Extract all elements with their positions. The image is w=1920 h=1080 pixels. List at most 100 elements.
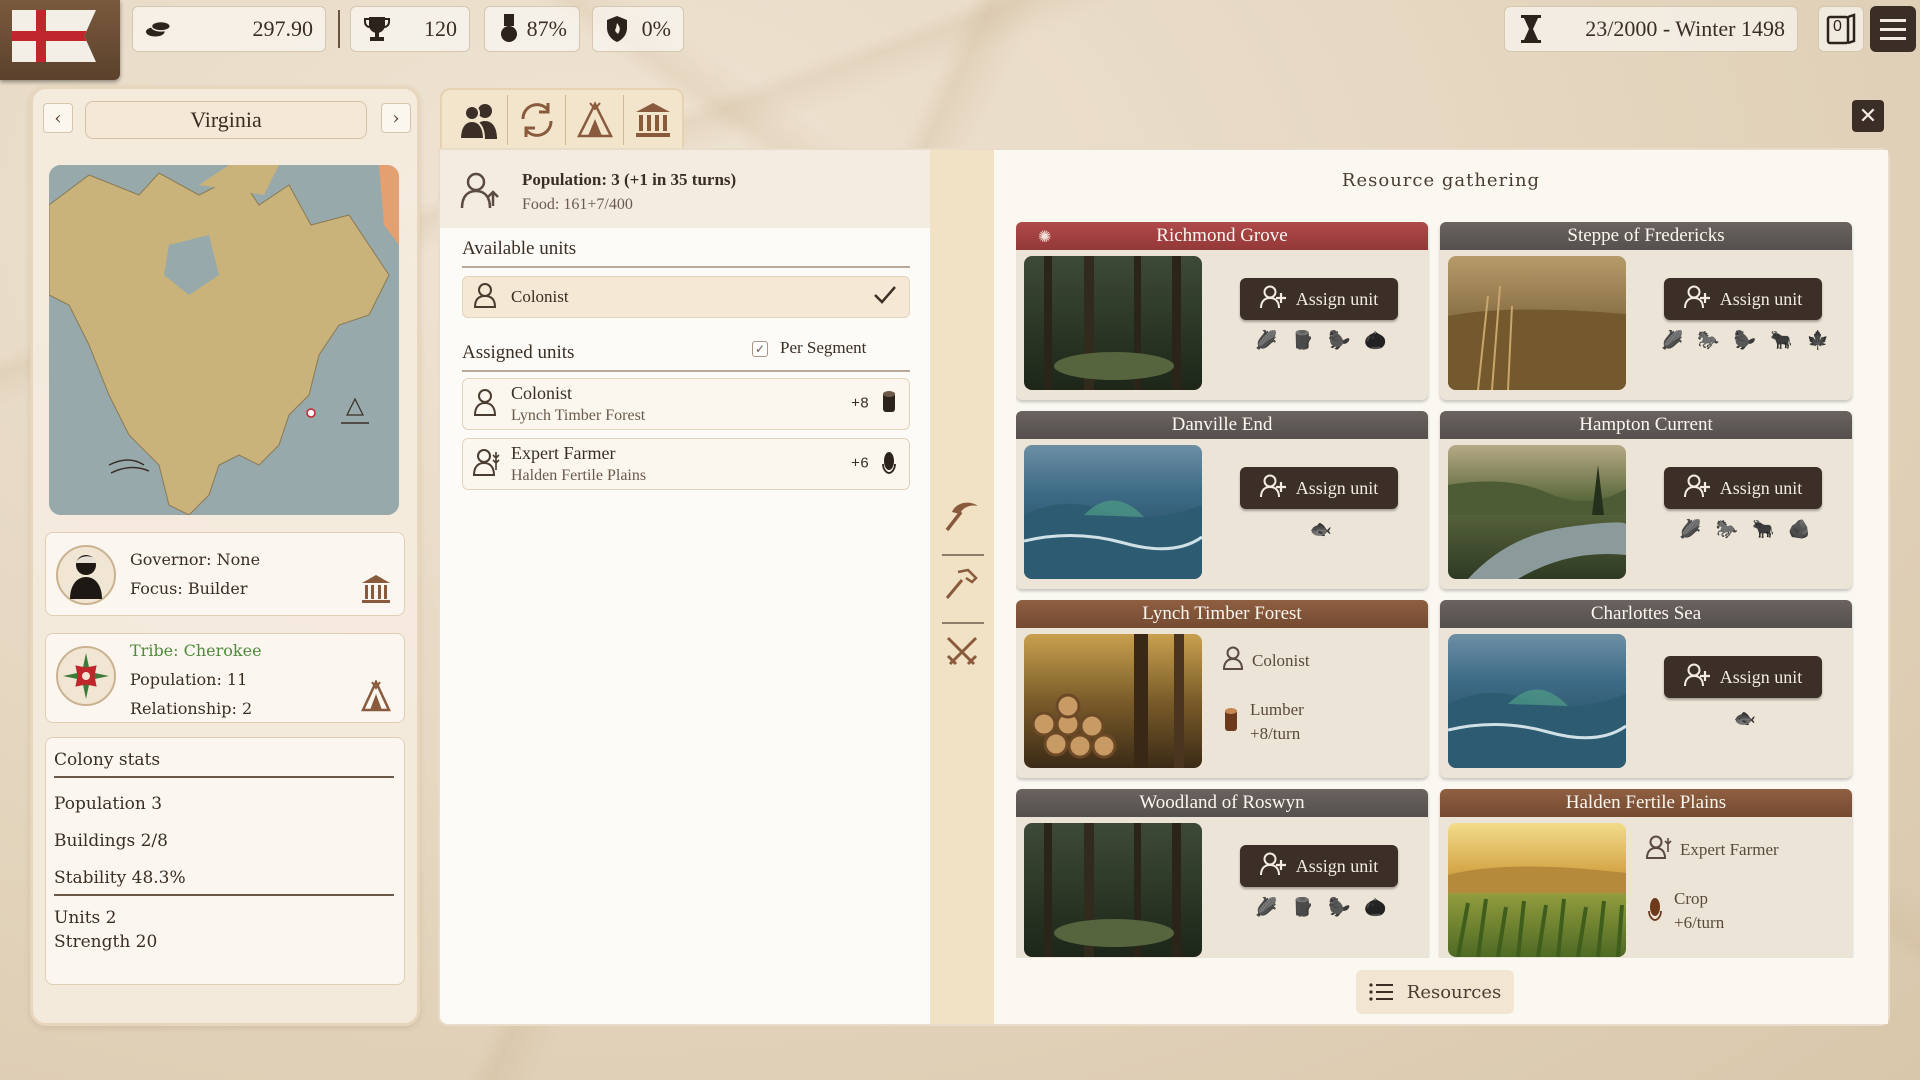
resource-tile[interactable]: Woodland of Roswyn Assign unit 🌽 🪵 🦫 🌰 <box>1016 789 1428 958</box>
tribe-population: Population: 11 <box>130 670 248 689</box>
tile-resource-name: Lumber <box>1250 700 1304 719</box>
resource-type-icon: 🪵 <box>1291 897 1314 918</box>
resources-button[interactable]: Resources <box>1356 970 1514 1014</box>
colony-name[interactable]: Virginia <box>85 101 367 139</box>
assign-unit-button[interactable]: Assign unit <box>1240 278 1398 320</box>
assigned-unit-location: Lynch Timber Forest <box>511 407 646 424</box>
military-tool-button[interactable] <box>944 634 980 670</box>
resources-button-label: Resources <box>1406 981 1502 1003</box>
health-value: 87% <box>526 16 567 41</box>
tile-image <box>1448 634 1626 768</box>
resource-tile[interactable]: Lynch Timber Forest Colonist Lumber +8/turn <box>1016 600 1428 778</box>
focus-label: Focus: Builder <box>130 579 248 598</box>
tile-name: Charlottes Sea <box>1440 600 1852 628</box>
top-bar: 297.90 120 87% 0% 23/2000 - Winter 1498 … <box>0 0 1920 80</box>
turn-date: 23/2000 - Winter 1498 <box>1585 16 1785 41</box>
assigned-unit-name: Colonist <box>511 383 573 403</box>
add-person-icon <box>1259 285 1296 314</box>
tile-unit-name: Expert Farmer <box>1680 839 1779 859</box>
assigned-unit-row[interactable]: Colonist Lynch Timber Forest +8 <box>462 378 910 430</box>
build-tool-button[interactable] <box>944 566 980 602</box>
resource-type-icon: 🌰 <box>1364 330 1387 351</box>
assign-unit-button[interactable]: Assign unit <box>1664 656 1822 698</box>
turn-stat[interactable]: 23/2000 - Winter 1498 <box>1504 6 1798 52</box>
population-header: Population: 3 (+1 in 35 turns) Food: 161… <box>440 150 930 228</box>
chevron-right-icon: › <box>392 107 400 129</box>
tile-resource-icons: 🌽 🐎 🦫 🐂 🍁 <box>1640 330 1850 356</box>
assign-unit-button[interactable]: Assign unit <box>1240 845 1398 887</box>
resource-type-icon: 🐂 <box>1770 330 1793 351</box>
tile-name: Hampton Current <box>1440 411 1852 439</box>
assign-unit-button[interactable]: Assign unit <box>1664 278 1822 320</box>
gather-tool-button[interactable] <box>944 498 980 534</box>
gold-value: 297.90 <box>252 16 314 41</box>
tribe-name: Tribe: Cherokee <box>130 641 262 660</box>
tab-trade[interactable] <box>508 95 566 145</box>
tile-name: Halden Fertile Plains <box>1440 789 1852 817</box>
per-segment-checkbox[interactable]: ✓ <box>752 341 768 357</box>
gold-stat[interactable]: 297.90 <box>132 6 326 52</box>
tab-population[interactable] <box>450 95 508 145</box>
people-icon <box>458 104 497 139</box>
governor-portrait <box>56 545 116 605</box>
resource-tile[interactable]: Steppe of Fredericks Assign unit 🌽 🐎 🦫 🐂 🍁 <box>1440 222 1852 400</box>
assigned-unit-row[interactable]: Expert Farmer Halden Fertile Plains +6 <box>462 438 910 490</box>
prev-colony-button[interactable]: ‹ <box>43 103 73 133</box>
resource-type-icon: 🦫 <box>1733 330 1757 351</box>
hourglass-icon <box>1517 15 1545 43</box>
governor-silhouette-icon <box>70 555 102 599</box>
resource-type-icon: 🐟 <box>1309 519 1333 540</box>
close-icon: ✕ <box>1858 103 1878 129</box>
event-log-button[interactable]: 0 <box>1818 6 1864 52</box>
health-stat[interactable]: 87% <box>484 6 580 52</box>
tile-name: Lynch Timber Forest <box>1016 600 1428 628</box>
crossed-swords-icon <box>946 636 978 666</box>
assigned-unit-yield: +6 <box>850 455 869 473</box>
resource-gathering-title: Resource gathering <box>1341 170 1541 191</box>
stat-population: Population 3 <box>54 794 163 814</box>
log-count: 0 <box>1833 18 1842 35</box>
add-person-icon <box>1683 474 1720 503</box>
tile-assigned-unit[interactable]: Expert Farmer <box>1645 835 1779 864</box>
food-summary: Food: 161+7/400 <box>522 196 633 213</box>
assign-unit-label: Assign unit <box>1295 855 1379 876</box>
tab-tribes[interactable] <box>566 95 624 145</box>
close-button[interactable]: ✕ <box>1852 100 1884 132</box>
prestige-stat[interactable]: 120 <box>350 6 470 52</box>
assign-unit-button[interactable]: Assign unit <box>1664 467 1822 509</box>
tab-buildings[interactable] <box>624 95 682 145</box>
resource-type-icon: 🌽 <box>1255 897 1278 918</box>
resource-tile[interactable]: Halden Fertile Plains Expert Farmer Crop +6… <box>1440 789 1852 958</box>
assign-unit-label: Assign unit <box>1295 477 1379 498</box>
compass-star-icon <box>63 653 109 699</box>
colony-minimap[interactable] <box>49 165 399 515</box>
coins-icon <box>145 15 173 43</box>
unrest-stat[interactable]: 0% <box>592 6 684 52</box>
tile-yield: Lumber +8/turn <box>1250 698 1304 746</box>
tribe-card[interactable]: Tribe: Cherokee Population: 11 Relations… <box>45 633 405 723</box>
expert-farmer-icon <box>472 448 501 480</box>
tool-strip <box>930 150 994 1024</box>
resource-tile[interactable]: Charlottes Sea Assign unit 🐟 <box>1440 600 1852 778</box>
resource-tile[interactable]: Richmond Grove ✺ Assign unit 🌽 🪵 🦫 🌰 <box>1016 222 1428 400</box>
resource-tile[interactable]: Hampton Current Assign unit 🌽 🐎 🐂 🪨 <box>1440 411 1852 589</box>
assign-unit-label: Assign unit <box>1719 288 1803 309</box>
refresh-icon <box>520 103 553 137</box>
native-territory-icon: ✺ <box>1038 227 1052 246</box>
assigned-unit-name: Expert Farmer <box>511 443 616 463</box>
tent-icon[interactable] <box>360 679 392 712</box>
resource-type-icon: 🦫 <box>1328 330 1351 351</box>
nation-flag[interactable] <box>0 0 120 80</box>
assign-unit-button[interactable]: Assign unit <box>1240 467 1398 509</box>
next-colony-button[interactable]: › <box>381 103 411 133</box>
tile-assigned-unit[interactable]: Colonist <box>1222 646 1310 675</box>
tile-image <box>1448 823 1626 957</box>
available-unit-colonist[interactable]: Colonist <box>462 276 910 318</box>
resource-tile[interactable]: Danville End Assign unit 🐟 <box>1016 411 1428 589</box>
resource-tile-grid[interactable]: Richmond Grove ✺ Assign unit 🌽 🪵 🦫 🌰 Steppe of … <box>1016 222 1880 958</box>
governor-card[interactable]: Governor: None Focus: Builder <box>45 532 405 616</box>
main-menu-button[interactable] <box>1870 6 1916 52</box>
available-unit-name: Colonist <box>511 287 569 306</box>
government-building-icon[interactable] <box>360 573 392 605</box>
tile-image <box>1024 823 1202 957</box>
